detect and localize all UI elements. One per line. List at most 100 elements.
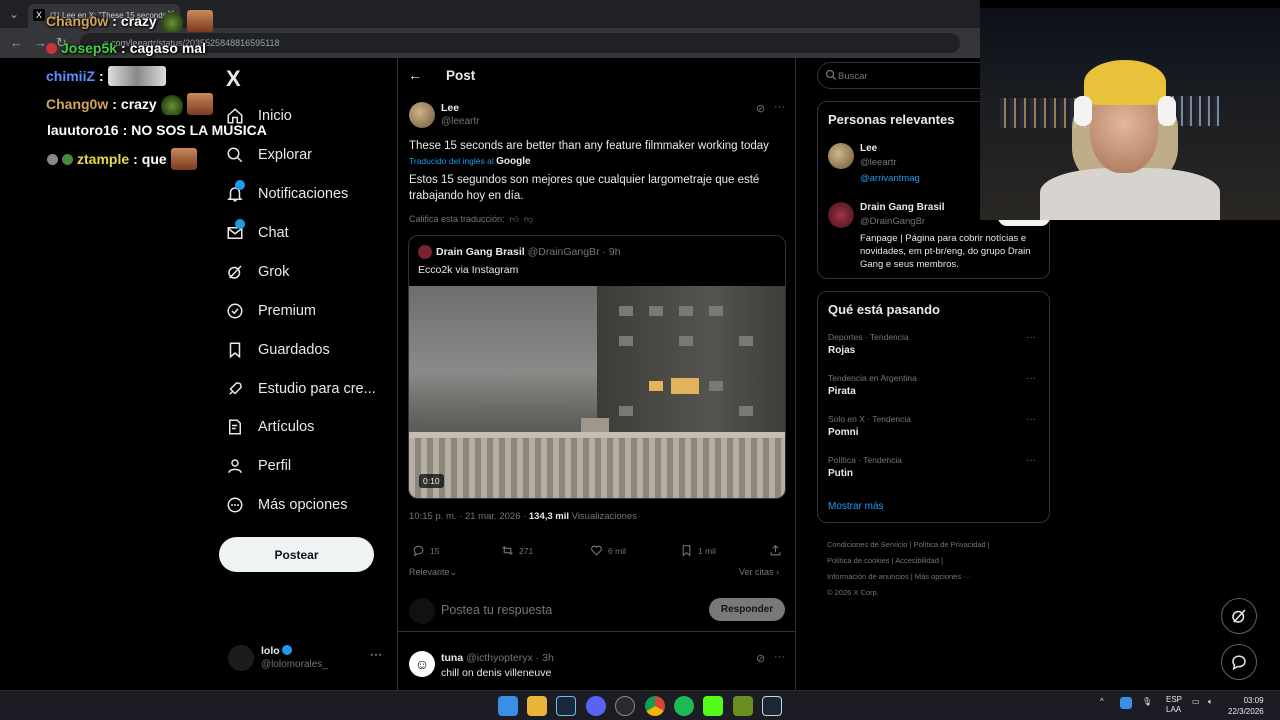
- account-switcher[interactable]: lolo @lolomorales_ ···: [228, 643, 388, 675]
- grok-icon: [1232, 609, 1246, 623]
- chat-user: ztample: [77, 151, 130, 167]
- repost-button[interactable]: 271: [501, 544, 533, 557]
- quoted-post[interactable]: Drain Gang Brasil @DrainGangBr · 9h Ecco…: [408, 235, 786, 499]
- discord-icon[interactable]: [586, 696, 606, 716]
- obs-icon[interactable]: [615, 696, 635, 716]
- more-circle-icon: [226, 496, 244, 514]
- nav-item-articles[interactable]: Artículos: [226, 418, 314, 436]
- trend-item[interactable]: Tendencia en Argentina Pirata ···: [828, 373, 1043, 397]
- show-more-link[interactable]: Mostrar más: [828, 501, 884, 512]
- x-logo[interactable]: X: [226, 66, 241, 92]
- footer-line[interactable]: Condiciones de Servicio | Política de Pr…: [827, 537, 1027, 553]
- more-icon[interactable]: ···: [1026, 455, 1036, 466]
- chat-message: lauutoro16: NO SOS LA MUSICA: [47, 122, 267, 138]
- sort-label: Relevante: [409, 567, 450, 577]
- taskbar-clock[interactable]: 03:09 22/3/2026: [1228, 695, 1264, 717]
- search-input[interactable]: [838, 69, 988, 83]
- more-icon[interactable]: ···: [774, 651, 785, 663]
- video-player[interactable]: 0:10: [409, 286, 785, 498]
- steam-icon[interactable]: [762, 696, 782, 716]
- headset-icon: [1074, 96, 1092, 126]
- post-button[interactable]: Postear: [219, 537, 374, 572]
- verified-icon: [226, 302, 244, 320]
- chat-user: lauutoro16: [47, 122, 119, 138]
- tab-list-icon[interactable]: ⌄: [4, 4, 24, 24]
- tray-app-icon[interactable]: [1120, 697, 1132, 709]
- trend-item[interactable]: Solo en X · Tendencia Pomni ···: [828, 414, 1043, 438]
- address-bar[interactable]: x.com/leeartr/status/2035525848816595118: [80, 33, 960, 53]
- nav-item-creator-studio[interactable]: Estudio para cre...: [226, 380, 376, 398]
- grok-floating-button[interactable]: [1221, 598, 1257, 634]
- trending-title: Qué está pasando: [828, 302, 940, 317]
- nav-item-profile[interactable]: Perfil: [226, 457, 291, 475]
- footer-line[interactable]: Política de cookies | Accesibilidad |: [827, 553, 1027, 569]
- footer-line[interactable]: Información de anuncios | Más opciones ·…: [827, 569, 1027, 585]
- more-icon[interactable]: ···: [370, 647, 382, 661]
- more-icon[interactable]: ···: [1026, 373, 1036, 384]
- footer-links: Condiciones de Servicio | Política de Pr…: [827, 537, 1027, 601]
- messages-floating-button[interactable]: [1221, 644, 1257, 680]
- video-window-lit: [649, 381, 663, 391]
- file-explorer-icon[interactable]: [527, 696, 547, 716]
- reply-input[interactable]: [441, 600, 691, 620]
- nav-item-explore[interactable]: Explorar: [226, 146, 312, 164]
- steam-icon[interactable]: [556, 696, 576, 716]
- trend-category: Política · Tendencia: [828, 455, 903, 465]
- back-arrow-icon[interactable]: ←: [10, 35, 23, 50]
- share-button[interactable]: [769, 544, 782, 557]
- author-handle[interactable]: @leeartr: [441, 116, 480, 127]
- sort-replies-dropdown[interactable]: Relevante⌄: [409, 567, 457, 578]
- nav-label: Perfil: [258, 458, 292, 474]
- quoted-author: Drain Gang Brasil @DrainGangBr · 9h: [436, 246, 621, 258]
- chrome-icon[interactable]: [645, 696, 665, 716]
- spotify-icon[interactable]: [674, 696, 694, 716]
- language-indicator[interactable]: ESP LAA: [1166, 695, 1182, 715]
- microphone-icon[interactable]: 🎙︎: [1142, 697, 1152, 706]
- volume-icon[interactable]: 🔈︎: [1208, 697, 1213, 707]
- tray-chevron-icon[interactable]: ^: [1100, 697, 1104, 706]
- author-name[interactable]: Lee: [441, 102, 459, 114]
- lang-primary: ESP: [1166, 695, 1183, 704]
- nav-item-chat[interactable]: Chat: [226, 219, 289, 242]
- like-button[interactable]: 6 mil: [590, 544, 626, 557]
- grok-explain-icon[interactable]: ⊘: [756, 102, 765, 115]
- post-text: These 15 seconds are better than any fea…: [409, 140, 769, 152]
- windows-start-icon[interactable]: [498, 696, 518, 716]
- thumbs-down-icon[interactable]: 👎︎: [521, 214, 533, 224]
- nav-label: Explorar: [258, 147, 312, 163]
- post-time[interactable]: 10:15 p. m. · 21 mar. 2026 ·: [409, 511, 529, 522]
- chat-user: chimiiZ: [46, 68, 96, 84]
- reply-submit-button[interactable]: Responder: [709, 598, 785, 621]
- chat-message: ztample: que: [47, 148, 197, 170]
- thumbs-up-icon[interactable]: 👍︎: [507, 214, 519, 224]
- nav-item-notifications[interactable]: Notificaciones: [226, 180, 348, 203]
- grok-icon: [226, 263, 244, 281]
- trend-item[interactable]: Política · Tendencia Putin ···: [828, 455, 1043, 479]
- grok-explain-icon[interactable]: ⊘: [756, 652, 765, 665]
- back-arrow-icon[interactable]: ←: [408, 67, 422, 83]
- person-bio-link[interactable]: @arrivantmag: [860, 173, 920, 184]
- more-icon[interactable]: ···: [1026, 332, 1036, 343]
- nav-item-premium[interactable]: Premium: [226, 302, 316, 320]
- nav-item-grok[interactable]: Grok: [226, 263, 289, 281]
- game-icon[interactable]: [733, 696, 753, 716]
- nav-item-more[interactable]: Más opciones: [226, 496, 347, 514]
- trend-item[interactable]: Deportes · Tendencia Rojas ···: [828, 332, 1043, 356]
- reply-post[interactable]: ☺ tuna @icthyopteryx · 3h chill on denis…: [398, 643, 795, 690]
- kick-icon[interactable]: [703, 696, 723, 716]
- chat-colon: :: [133, 151, 138, 167]
- view-quotes-link[interactable]: Ver citas ›: [739, 567, 779, 577]
- monitor-icon[interactable]: ▭: [1192, 697, 1200, 706]
- more-icon[interactable]: ···: [774, 101, 785, 113]
- trend-name: Putin: [828, 468, 853, 479]
- more-icon[interactable]: ···: [1026, 414, 1036, 425]
- bookmark-button[interactable]: 1 mil: [680, 544, 716, 557]
- account-name: lolo: [261, 645, 292, 657]
- nav-item-bookmarks[interactable]: Guardados: [226, 341, 330, 359]
- person-handle: @DrainGangBr: [860, 216, 926, 227]
- author-avatar[interactable]: [409, 102, 435, 128]
- nav-label: Estudio para cre...: [258, 381, 376, 397]
- translated-label: Traducido del inglés al: [409, 156, 494, 166]
- reply-button[interactable]: 15: [412, 544, 439, 557]
- bookmark-count: 1 mil: [698, 545, 716, 556]
